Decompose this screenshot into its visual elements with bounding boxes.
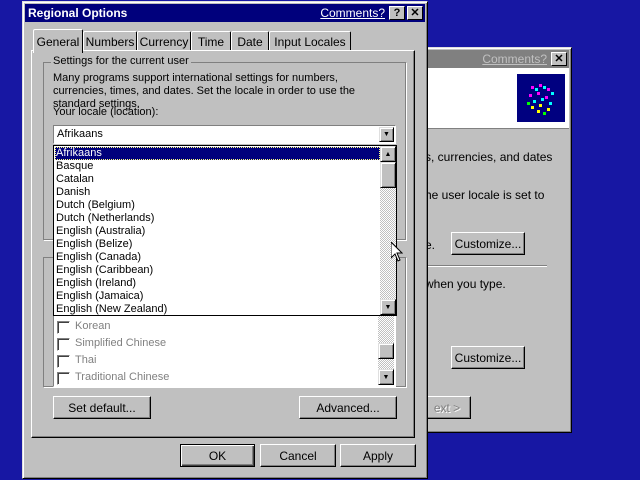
dropdown-item[interactable]: English (Canada) [56, 251, 141, 264]
tab-time[interactable]: Time [191, 31, 231, 51]
cancel-button[interactable]: Cancel [260, 444, 336, 467]
dropdown-item[interactable]: Catalan [56, 173, 94, 186]
dialog-title: Regional Options [28, 6, 128, 20]
back-text-2: he user locale is set to [425, 188, 545, 202]
locale-label: Your locale (location): [53, 106, 159, 118]
back-customize-button-1[interactable]: Customize... [451, 232, 525, 255]
locale-dropdown-list[interactable]: Afrikaans Basque Catalan Danish Dutch (B… [53, 145, 397, 316]
dialog-titlebar: Regional Options Comments? ? ✕ [25, 4, 425, 22]
dropdown-item[interactable]: English (Jamaica) [56, 290, 143, 303]
regional-options-dialog: Regional Options Comments? ? ✕ General N… [22, 1, 428, 479]
dropdown-item[interactable]: Dutch (Netherlands) [56, 212, 154, 225]
back-customize-button-2[interactable]: Customize... [451, 346, 525, 369]
dropdown-item[interactable]: Dutch (Belgium) [56, 199, 135, 212]
dropdown-scroll-down-icon[interactable]: ▼ [380, 299, 396, 315]
language-label-simplified-chinese: Simplified Chinese [75, 337, 167, 349]
dropdown-item[interactable]: English (Belize) [56, 238, 132, 251]
traditional-chinese-checkbox[interactable] [57, 372, 70, 385]
tab-input-locales[interactable]: Input Locales [269, 31, 351, 51]
dropdown-item[interactable]: English (New Zealand) [56, 303, 167, 316]
language-scroll-thumb[interactable] [378, 343, 394, 359]
language-list-scrollbar[interactable]: ▼ [378, 315, 394, 385]
language-scroll-down-icon[interactable]: ▼ [378, 369, 394, 385]
tab-currency[interactable]: Currency [137, 31, 191, 51]
mouse-cursor-icon [390, 240, 404, 265]
close-icon[interactable]: ✕ [407, 6, 423, 20]
dropdown-scroll-up-icon[interactable]: ▲ [380, 146, 396, 162]
help-icon[interactable]: ? [389, 6, 405, 20]
back-header-area [427, 68, 569, 129]
dropdown-item[interactable]: English (Ireland) [56, 277, 136, 290]
back-text-1: s, currencies, and dates [425, 150, 553, 164]
thai-checkbox[interactable] [57, 355, 70, 368]
tab-general[interactable]: General [33, 29, 83, 53]
dropdown-item[interactable]: English (Caribbean) [56, 264, 153, 277]
combobox-arrow-icon[interactable]: ▼ [379, 127, 394, 142]
simplified-chinese-checkbox[interactable] [57, 338, 70, 351]
dropdown-item[interactable]: English (Australia) [56, 225, 145, 238]
korean-checkbox[interactable] [57, 321, 70, 334]
back-divider [425, 265, 547, 267]
tab-numbers[interactable]: Numbers [83, 31, 137, 51]
locale-combobox-value: Afrikaans [57, 128, 103, 140]
back-text-4: when you type. [425, 277, 506, 291]
dropdown-item[interactable]: Basque [56, 160, 93, 173]
language-label-korean: Korean [75, 320, 111, 332]
ok-button[interactable]: OK [180, 444, 255, 467]
back-next-button[interactable]: ext > [423, 396, 471, 419]
dropdown-scroll-thumb[interactable] [380, 162, 396, 188]
back-close-icon[interactable]: ✕ [551, 52, 567, 66]
language-label-traditional-chinese: Traditional Chinese [75, 371, 170, 383]
locale-combobox[interactable]: Afrikaans ▼ [53, 125, 396, 144]
advanced-button[interactable]: Advanced... [299, 396, 397, 419]
back-window-titlebar: Comments? ✕ [427, 50, 569, 68]
back-window: Comments? ✕ s, currencies, and dates he … [423, 47, 572, 433]
comments-link[interactable]: Comments? [320, 6, 385, 20]
settings-group-label: Settings for the current user [51, 55, 191, 67]
language-label-thai: Thai [75, 354, 97, 366]
tab-date[interactable]: Date [231, 31, 269, 51]
back-comments-link[interactable]: Comments? [482, 52, 547, 66]
dropdown-item[interactable]: Danish [56, 186, 90, 199]
dropdown-scrollbar[interactable]: ▲ ▼ [380, 146, 396, 315]
dropdown-item-selected[interactable]: Afrikaans [55, 147, 380, 160]
apply-button[interactable]: Apply [340, 444, 416, 467]
globe-grid-icon [517, 74, 565, 122]
set-default-button[interactable]: Set default... [53, 396, 151, 419]
